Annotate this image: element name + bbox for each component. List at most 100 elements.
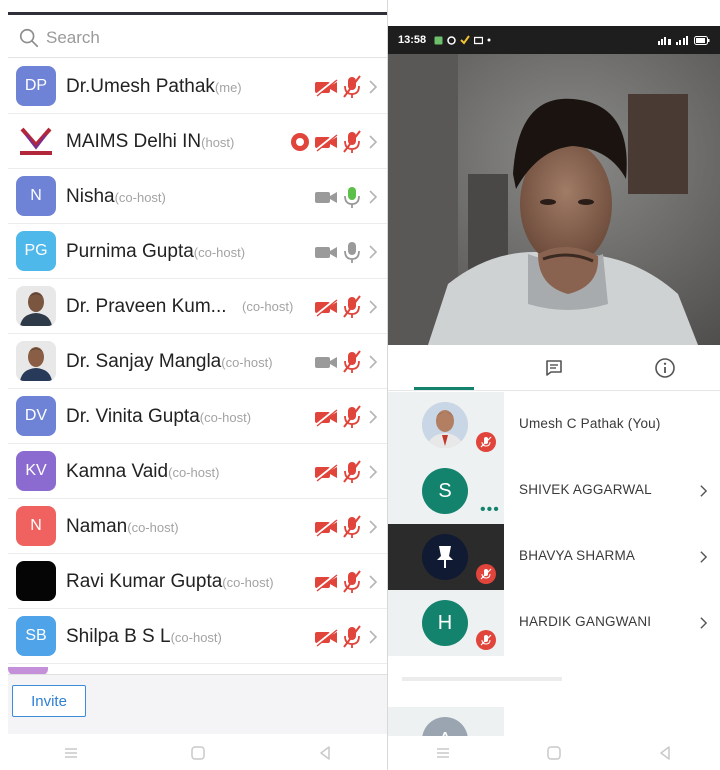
participant-row[interactable]: N Nisha(co-host)	[8, 169, 387, 224]
mic-off-icon[interactable]	[342, 350, 362, 374]
participant-role: (co-host)	[222, 575, 274, 590]
participant-row[interactable]: SB Shilpa B S L(co-host)	[8, 609, 387, 664]
participant-role: (me)	[214, 80, 242, 95]
chevron-right-icon[interactable]	[699, 616, 708, 630]
menu-nav-icon[interactable]	[435, 746, 451, 760]
participant-name: Nisha(co-host)	[66, 186, 166, 207]
participant-row[interactable]: DP Dr.Umesh Pathak(me)	[8, 59, 387, 114]
meet-participant-row[interactable]: BHAVYA SHARMA	[388, 524, 720, 590]
participant-name: Shilpa B S L(co-host)	[66, 626, 222, 647]
video-on-icon[interactable]	[313, 242, 339, 262]
participant-role: (co-host)	[199, 410, 252, 425]
profile-photo	[16, 286, 56, 326]
participant-controls	[313, 349, 378, 375]
participant-name: Dr.Umesh Pathak(me)	[66, 76, 242, 97]
participant-search-bar[interactable]: Search	[8, 18, 387, 58]
video-off-icon[interactable]	[313, 132, 339, 152]
chevron-right-icon[interactable]	[699, 550, 708, 564]
mic-off-icon[interactable]	[342, 625, 362, 649]
participant-row[interactable]: PG Purnima Gupta(co-host)	[8, 224, 387, 279]
chevron-right-icon[interactable]	[699, 484, 708, 498]
video-off-icon[interactable]	[313, 407, 339, 427]
mic-off-icon[interactable]	[342, 515, 362, 539]
participant-row[interactable]: DV Dr. Vinita Gupta(co-host)	[8, 389, 387, 444]
participants-footer: Invite	[8, 674, 387, 734]
avatar: N	[16, 176, 56, 216]
video-on-icon[interactable]	[313, 352, 339, 372]
back-nav-icon[interactable]	[317, 745, 333, 761]
participant-name: MAIMS Delhi IN(host)	[66, 131, 235, 152]
chevron-right-icon[interactable]	[368, 189, 378, 205]
participant-role: (co-host)	[221, 355, 273, 370]
battery-icon	[694, 35, 710, 45]
mic-off-icon[interactable]	[342, 75, 362, 99]
video-off-icon[interactable]	[313, 572, 339, 592]
mic-off-icon[interactable]	[342, 460, 362, 484]
muted-badge	[476, 630, 496, 650]
chevron-right-icon[interactable]	[368, 409, 378, 425]
chevron-right-icon[interactable]	[368, 134, 378, 150]
mic-off-icon[interactable]	[342, 295, 362, 319]
sync-icon	[447, 35, 456, 45]
participant-role: (co-host)	[168, 465, 220, 480]
header-divider	[8, 12, 387, 15]
home-nav-icon[interactable]	[190, 745, 206, 761]
mic-on-icon[interactable]	[342, 240, 362, 264]
speaking-indicator: •••	[480, 501, 500, 518]
status-bar: 13:58	[388, 26, 720, 54]
video-on-icon[interactable]	[313, 187, 339, 207]
avatar: DV	[16, 396, 56, 436]
menu-nav-icon[interactable]	[63, 746, 79, 760]
participant-row[interactable]: N Naman(co-host)	[8, 499, 387, 554]
participant-row[interactable]: Ravi Kumar Gupta(co-host)	[8, 554, 387, 609]
chevron-right-icon[interactable]	[368, 299, 378, 315]
video-off-icon[interactable]	[313, 517, 339, 537]
participant-name: Naman(co-host)	[66, 516, 179, 537]
chevron-right-icon[interactable]	[368, 574, 378, 590]
chevron-right-icon[interactable]	[368, 464, 378, 480]
mic-off-icon[interactable]	[342, 570, 362, 594]
chevron-right-icon[interactable]	[368, 519, 378, 535]
participant-name: Dr. Praveen Kum...	[66, 296, 227, 317]
home-nav-icon[interactable]	[546, 745, 562, 761]
profile-photo	[16, 341, 56, 381]
participant-row[interactable]: Dr. Praveen Kum... (co-host)	[8, 279, 387, 334]
video-off-icon[interactable]	[313, 77, 339, 97]
participant-row[interactable]: MAIMS Delhi IN(host)	[8, 114, 387, 169]
meet-participant-row[interactable]: Umesh C Pathak (You)	[388, 392, 720, 458]
search-input[interactable]: Search	[46, 28, 100, 48]
tab-info[interactable]	[610, 345, 720, 391]
muted-badge	[476, 432, 496, 452]
participant-name: Dr. Vinita Gupta(co-host)	[66, 406, 252, 427]
participant-controls	[313, 624, 378, 650]
mic-speaking-icon[interactable]	[342, 185, 362, 209]
meet-participant-row[interactable]: H HARDIK GANGWANI	[388, 590, 720, 656]
video-off-icon[interactable]	[313, 297, 339, 317]
participant-list: DP Dr.Umesh Pathak(me) MAIMS Delhi IN(host…	[8, 59, 387, 664]
tab-people[interactable]	[388, 345, 498, 391]
invite-button[interactable]: Invite	[12, 685, 86, 717]
participant-row[interactable]: Dr. Sanjay Mangla(co-host)	[8, 334, 387, 389]
chevron-right-icon[interactable]	[368, 354, 378, 370]
chat-icon	[546, 360, 562, 376]
back-nav-icon[interactable]	[657, 745, 673, 761]
chevron-right-icon[interactable]	[368, 629, 378, 645]
avatar: DP	[16, 66, 56, 106]
participant-name: Dr. Sanjay Mangla(co-host)	[66, 351, 273, 372]
video-off-icon[interactable]	[313, 462, 339, 482]
mic-off-icon[interactable]	[342, 405, 362, 429]
video-off-icon[interactable]	[313, 627, 339, 647]
avatar	[422, 534, 468, 580]
tab-chat[interactable]	[499, 345, 609, 391]
chevron-right-icon[interactable]	[368, 79, 378, 95]
chevron-right-icon[interactable]	[368, 244, 378, 260]
list-spacer	[388, 657, 720, 707]
participant-row[interactable]: KV Kamna Vaid(co-host)	[8, 444, 387, 499]
avatar: N	[16, 506, 56, 546]
participant-role: (co-host)	[114, 190, 166, 205]
mic-off-icon[interactable]	[342, 130, 362, 154]
active-speaker-video[interactable]	[388, 54, 720, 345]
mic-off-icon	[480, 436, 492, 448]
meet-participant-row[interactable]: S ••• SHIVEK AGGARWAL	[388, 458, 720, 524]
participant-role: (co-host)	[127, 520, 179, 535]
